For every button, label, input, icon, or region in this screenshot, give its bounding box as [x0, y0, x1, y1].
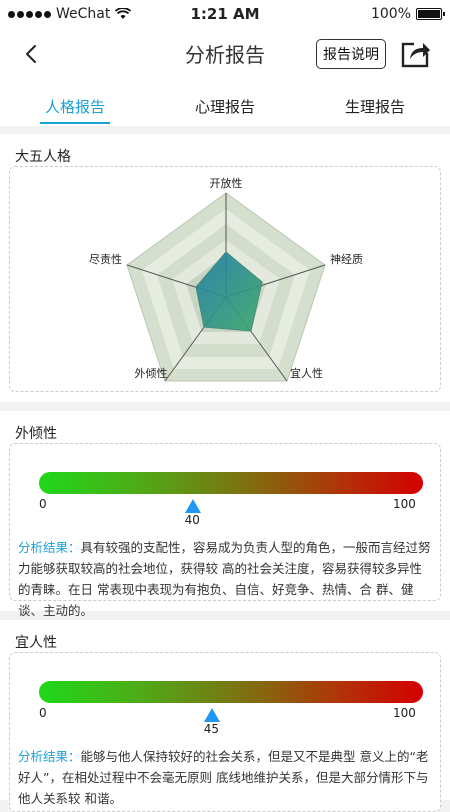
battery-percent: 100%: [370, 6, 411, 22]
report-explanation-button[interactable]: 报告说明: [316, 39, 386, 69]
status-bar: WeChat 1:21 AM 100%: [0, 0, 450, 28]
extraversion-min-label: 0: [39, 497, 47, 511]
big-five-card: 大五人格 开放性 神经质 宜人性 外倾性 尽责性: [0, 134, 450, 402]
tab-personality-report[interactable]: 人格报告: [0, 80, 150, 126]
signal-icon: [8, 10, 51, 18]
agreeableness-scale-bar: [39, 681, 423, 703]
status-time: 1:21 AM: [190, 5, 260, 23]
agreeableness-title: 宜人性: [15, 635, 57, 651]
agreeableness-min-label: 0: [39, 706, 47, 720]
analysis-label: 分析结果：: [18, 540, 81, 555]
extraversion-max-label: 100: [393, 497, 416, 511]
extraversion-title: 外倾性: [15, 426, 57, 442]
big-five-title: 大五人格: [15, 149, 71, 165]
extraversion-card: 外倾性 0 100 40 分析结果：具有较强的支配性，容易成为负责人型的角色，一…: [0, 411, 450, 618]
agreeableness-max-label: 100: [393, 706, 416, 720]
axis-label-conscientiousness: 尽责性: [89, 252, 122, 266]
axis-label-extraversion: 外倾性: [135, 366, 168, 380]
analysis-text: 具有较强的支配性，容易成为负责人型的角色，一般而言经过努力能够获取较高的社会地位…: [18, 540, 431, 618]
extraversion-analysis: 分析结果：具有较强的支配性，容易成为负责人型的角色，一般而言经过努力能够获取较高…: [18, 537, 434, 621]
axis-label-openness: 开放性: [210, 176, 243, 190]
extraversion-score: 40: [184, 513, 200, 527]
extraversion-box: 0 100 40 分析结果：具有较强的支配性，容易成为负责人型的角色，一般而言经…: [9, 443, 441, 618]
tab-psychology-report[interactable]: 心理报告: [150, 80, 300, 126]
nav-bar: 分析报告 报告说明: [0, 28, 450, 80]
extraversion-scale-bar: [39, 472, 423, 494]
carrier-label: WeChat: [56, 6, 111, 22]
agreeableness-score: 45: [203, 722, 220, 736]
analysis-text: 能够与他人保持较好的社会关系，但是又不是典型 意义上的“老好人”，在相处过程中不…: [18, 749, 429, 806]
axis-label-agreeableness: 宜人性: [290, 366, 323, 380]
radar-chart-box: 开放性 神经质 宜人性 外倾性 尽责性: [9, 166, 441, 392]
agreeableness-card: 宜人性 0 100 45 分析结果：能够与他人保持较好的社会关系，但是又不是典型…: [0, 620, 450, 812]
agreeableness-marker: [203, 708, 220, 722]
axis-label-neuroticism: 神经质: [330, 252, 363, 266]
extraversion-marker: [184, 499, 201, 513]
status-left: WeChat: [8, 6, 168, 22]
battery-icon: [416, 8, 445, 20]
radar-chart: 开放性 神经质 宜人性 外倾性 尽责性: [89, 176, 363, 382]
analysis-label: 分析结果：: [18, 749, 81, 764]
status-right: 100%: [282, 6, 445, 22]
tab-physiology-report[interactable]: 生理报告: [300, 80, 450, 126]
agreeableness-box: 0 100 45 分析结果：能够与他人保持较好的社会关系，但是又不是典型 意义上…: [9, 652, 441, 812]
share-icon[interactable]: [400, 37, 432, 69]
report-tabs: 人格报告 心理报告 生理报告: [0, 80, 450, 126]
wifi-icon: [115, 8, 132, 19]
